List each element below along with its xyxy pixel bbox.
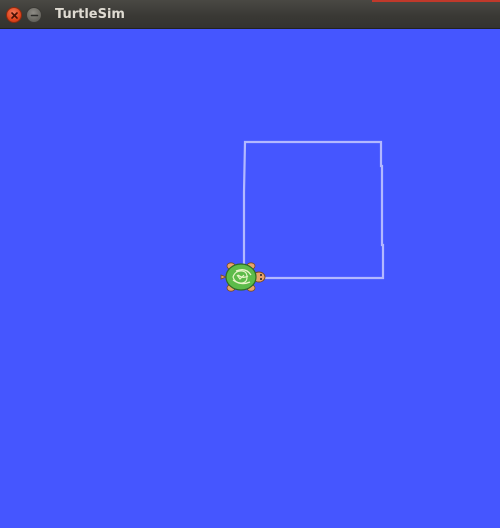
pen-trail [242,140,385,280]
turtle-icon [220,262,266,292]
turtle-canvas [0,29,500,528]
minimize-button[interactable] [26,7,42,23]
title-bar-accent [372,0,500,2]
title-bar[interactable]: TurtleSim [0,0,500,29]
window-title: TurtleSim [55,7,125,22]
turtlesim-window: TurtleSim [0,0,500,528]
minimize-icon [30,14,39,17]
close-button[interactable] [6,7,22,23]
close-icon [11,12,18,19]
turtle-drawing [220,140,385,292]
